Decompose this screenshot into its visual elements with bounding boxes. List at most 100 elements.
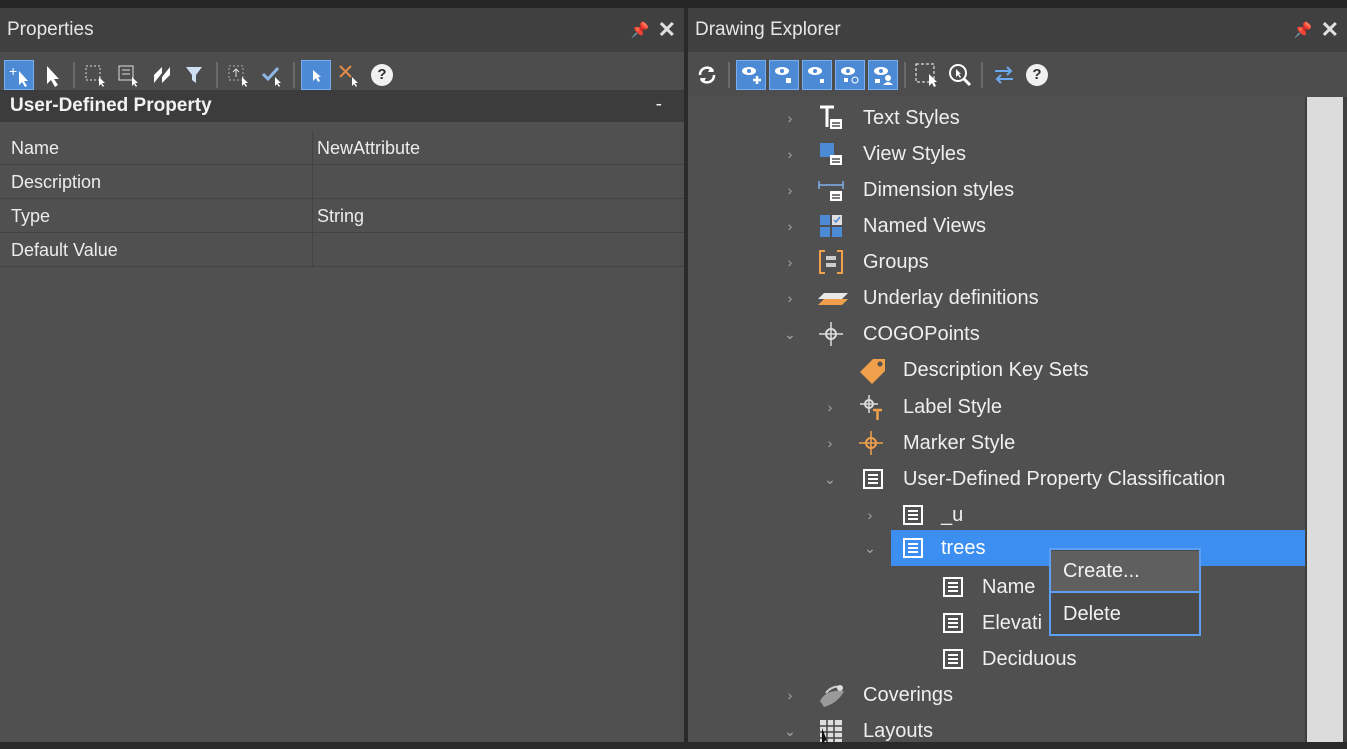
view-styles-icon — [818, 141, 844, 167]
explorer-toolbar: ? — [688, 52, 1347, 97]
context-menu: Create... Delete — [1049, 548, 1201, 636]
underlay-icon — [816, 285, 850, 311]
help-icon: ? — [371, 63, 393, 86]
column-divider — [312, 131, 313, 165]
explorer-titlebar: Drawing Explorer 📌 ✕ — [688, 8, 1347, 52]
text-styles-icon — [818, 105, 844, 131]
list-icon — [900, 502, 926, 528]
tree-item-label: Name — [982, 575, 1036, 598]
deselect-icon[interactable] — [334, 60, 364, 90]
tree-item-label: Text Styles — [863, 106, 960, 129]
help-button[interactable]: ? — [1022, 60, 1052, 90]
menu-item-create[interactable]: Create... — [1051, 551, 1199, 591]
menu-item-delete[interactable]: Delete — [1051, 594, 1199, 634]
accept-select-icon[interactable] — [257, 60, 287, 90]
groups-icon — [818, 249, 844, 275]
chevron-right-icon[interactable]: › — [822, 399, 838, 415]
layouts-icon — [818, 718, 844, 744]
window-select-icon[interactable] — [81, 60, 111, 90]
property-row-default-value[interactable]: Default Value — [0, 233, 684, 267]
marker-style-icon — [858, 430, 884, 456]
toolbar-separator — [904, 61, 906, 88]
chevron-right-icon[interactable]: › — [782, 218, 798, 234]
explorer-title: Drawing Explorer — [695, 19, 841, 40]
toolbar-separator — [981, 61, 983, 88]
close-icon[interactable]: ✕ — [1321, 19, 1339, 41]
add-select-icon[interactable]: + — [4, 59, 34, 90]
refresh-icon[interactable] — [692, 60, 722, 90]
view-add-icon[interactable] — [736, 59, 766, 90]
close-icon[interactable]: ✕ — [658, 19, 676, 41]
tree-item-label: User-Defined Property Classification — [903, 467, 1226, 490]
chevron-right-icon[interactable]: › — [862, 507, 878, 523]
tree-item-label: Underlay definitions — [863, 286, 1039, 309]
tree-item-label: Coverings — [863, 683, 954, 706]
column-divider — [312, 233, 313, 267]
filter-select-icon[interactable] — [180, 60, 210, 90]
pickadd-toggle-icon[interactable] — [301, 59, 331, 90]
top-edge — [0, 0, 1347, 8]
pin-icon[interactable]: 📌 — [631, 21, 650, 39]
list-icon — [940, 574, 966, 600]
view-dots-icon[interactable] — [835, 59, 865, 90]
property-row-description[interactable]: Description — [0, 165, 684, 199]
chevron-down-icon[interactable]: ⌄ — [782, 326, 798, 343]
chevron-down-icon[interactable]: ⌄ — [822, 471, 838, 488]
chevron-right-icon[interactable]: › — [822, 435, 838, 451]
property-value[interactable]: String — [317, 206, 364, 227]
help-button[interactable]: ? — [367, 60, 397, 90]
pin-icon[interactable]: 📌 — [1294, 21, 1313, 39]
toolbar-separator — [293, 61, 295, 88]
property-key: Default Value — [11, 240, 118, 260]
chevron-right-icon[interactable]: › — [782, 146, 798, 162]
collapse-icon[interactable]: - — [656, 94, 662, 116]
properties-title: Properties — [7, 19, 94, 40]
tree-item-label: Label Style — [903, 395, 1002, 418]
tree-item-label: COGOPoints — [863, 322, 980, 345]
tree-item-label: Deciduous — [982, 647, 1077, 670]
chevron-down-icon[interactable]: ⌄ — [862, 540, 878, 557]
list-icon — [940, 610, 966, 636]
select-arrow-icon[interactable] — [37, 60, 67, 90]
chevron-right-icon[interactable]: › — [782, 687, 798, 703]
select-all-icon[interactable] — [147, 60, 177, 90]
tree-item-label: Dimension styles — [863, 178, 1015, 201]
select-window-icon[interactable] — [912, 60, 942, 90]
named-views-icon — [818, 213, 844, 239]
chevron-right-icon[interactable]: › — [782, 182, 798, 198]
chevron-right-icon[interactable]: › — [782, 254, 798, 270]
tree-item-label: Marker Style — [903, 431, 1016, 454]
property-section-header[interactable]: User-Defined Property - — [0, 90, 684, 122]
dimension-styles-icon — [818, 177, 844, 203]
tree-item-label: Description Key Sets — [903, 358, 1089, 381]
tree-item-label: trees — [941, 536, 986, 559]
column-divider — [312, 199, 313, 233]
chevron-right-icon[interactable]: › — [782, 110, 798, 126]
property-row-type[interactable]: Type String — [0, 199, 684, 233]
tree-item-label: Named Views — [863, 214, 987, 237]
tree-item-label: Layouts — [863, 719, 934, 742]
tag-icon — [858, 357, 888, 384]
coverings-icon — [816, 682, 848, 708]
property-value[interactable]: NewAttribute — [317, 138, 420, 159]
quick-select-icon[interactable] — [224, 60, 254, 90]
zoom-icon[interactable] — [945, 60, 975, 90]
toolbar-separator — [728, 61, 730, 88]
view-small-icon[interactable] — [802, 59, 832, 90]
sync-icon[interactable] — [989, 60, 1019, 90]
label-style-icon — [858, 394, 884, 420]
toolbar-separator — [73, 61, 75, 88]
list-icon — [900, 535, 926, 561]
menu-separator — [1051, 591, 1199, 593]
tree-item-label: Elevati — [982, 611, 1043, 634]
tree-scrollbar-thumb[interactable] — [1307, 97, 1343, 742]
view-person-icon[interactable] — [868, 59, 898, 90]
view-point-icon[interactable] — [769, 59, 799, 90]
property-row-name[interactable]: Name NewAttribute — [0, 131, 684, 165]
property-key: Description — [11, 172, 102, 192]
chevron-right-icon[interactable]: › — [782, 290, 798, 306]
crossing-select-icon[interactable] — [114, 60, 144, 90]
toolbar-separator — [216, 61, 218, 88]
chevron-down-icon[interactable]: ⌄ — [782, 723, 798, 740]
tree-item-label: _u — [941, 503, 964, 526]
